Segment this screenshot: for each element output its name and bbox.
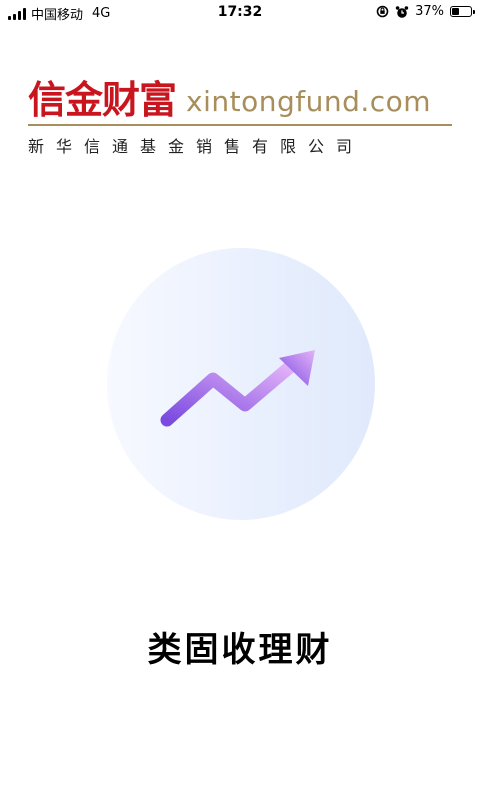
tagline: 类固收理财: [147, 630, 333, 670]
status-bar: 中国移动 4G 17:32 37%: [0, 0, 480, 26]
logo-divider: [28, 124, 452, 126]
status-right: 37%: [376, 4, 475, 19]
splash-screen: 中国移动 4G 17:32 37% 信金财富 xintongfund.com 新…: [0, 0, 480, 800]
rotation-lock-icon: [376, 5, 389, 18]
brand-domain: xintongfund.com: [186, 85, 432, 118]
battery-icon: [450, 6, 475, 17]
brand-chinese-name: 信金财富: [28, 78, 177, 122]
trend-up-arrow-icon: [160, 350, 315, 427]
company-name: 新华信通基金销售有限公司: [28, 137, 365, 156]
battery-percentage: 37%: [415, 4, 444, 19]
brand-logo: 信金财富 xintongfund.com 新华信通基金销售有限公司: [28, 76, 452, 157]
logo-top-row: 信金财富 xintongfund.com: [28, 76, 452, 120]
battery-fill: [452, 8, 460, 15]
alarm-clock-icon: [395, 5, 409, 18]
